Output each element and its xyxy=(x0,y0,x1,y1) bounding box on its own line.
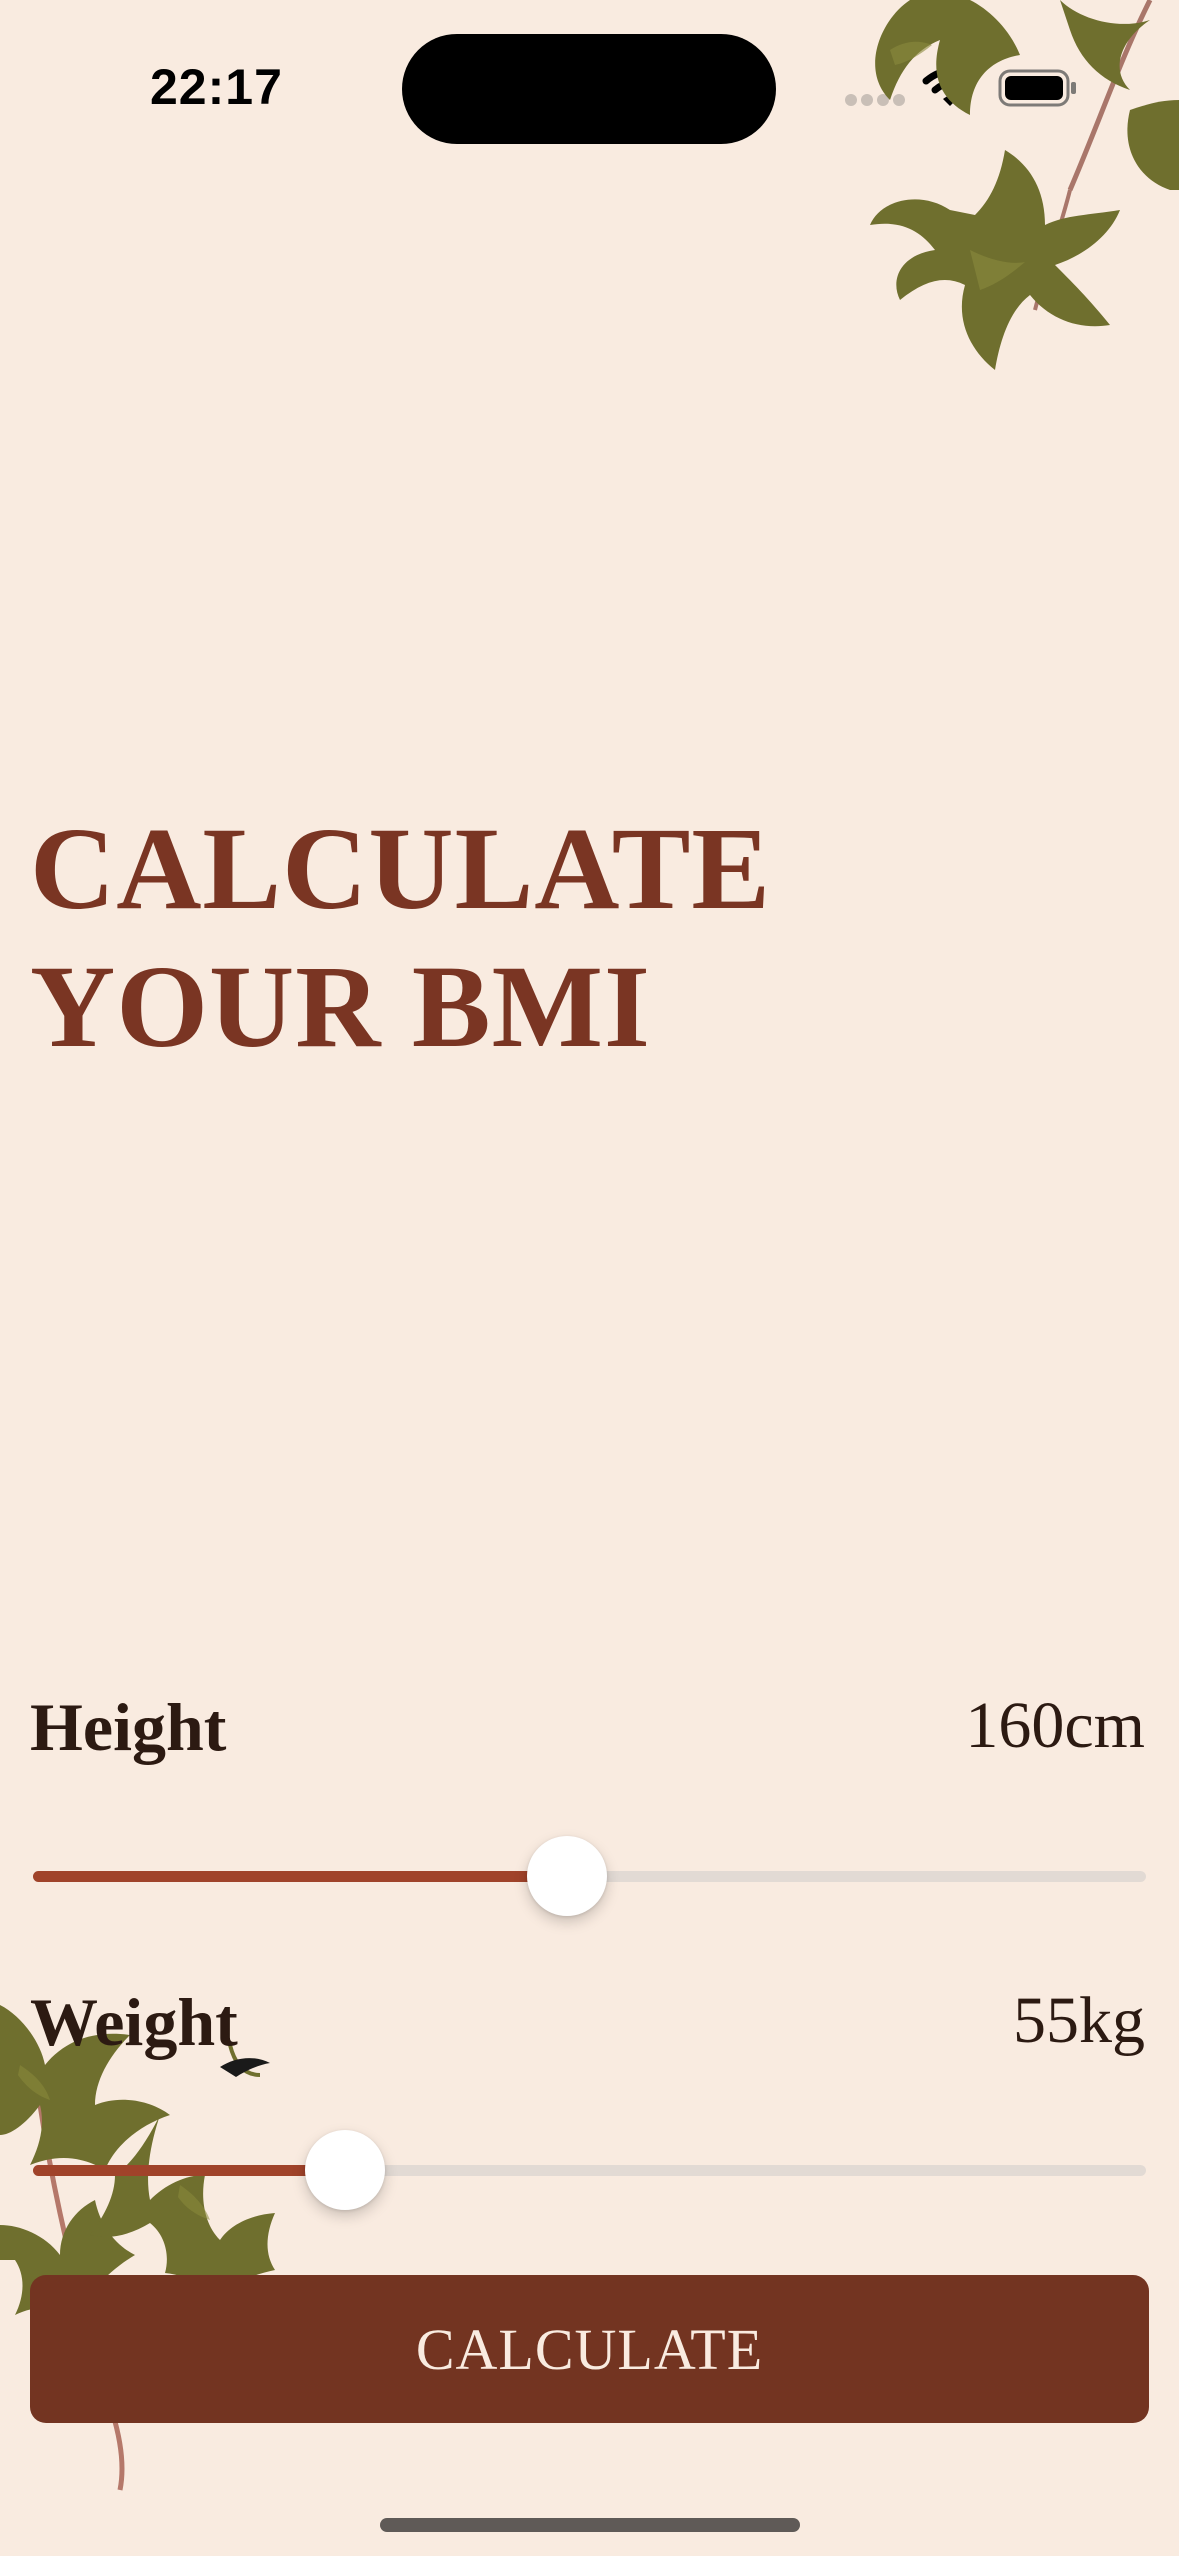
height-label: Height xyxy=(30,1689,227,1765)
weight-slider[interactable] xyxy=(33,2130,1146,2210)
status-time: 22:17 xyxy=(150,59,283,115)
weight-value: 55kg xyxy=(1013,1984,1145,2057)
weight-slider-fill xyxy=(33,2165,345,2176)
leaves-top-right xyxy=(870,0,1179,370)
page-title: CALCULATE YOUR BMI xyxy=(30,800,771,1076)
calculate-button[interactable]: CALCULATE xyxy=(30,2275,1149,2423)
height-slider-thumb[interactable] xyxy=(527,1836,607,1916)
weight-label: Weight xyxy=(30,1984,238,2060)
title-line-1: CALCULATE xyxy=(30,803,772,934)
height-slider-fill xyxy=(33,1871,567,1882)
height-value: 160cm xyxy=(965,1689,1145,1762)
weight-slider-thumb[interactable] xyxy=(305,2130,385,2210)
title-line-2: YOUR BMI xyxy=(30,941,651,1072)
home-indicator[interactable] xyxy=(380,2518,800,2532)
height-slider[interactable] xyxy=(33,1836,1146,1916)
dynamic-island xyxy=(402,34,776,144)
